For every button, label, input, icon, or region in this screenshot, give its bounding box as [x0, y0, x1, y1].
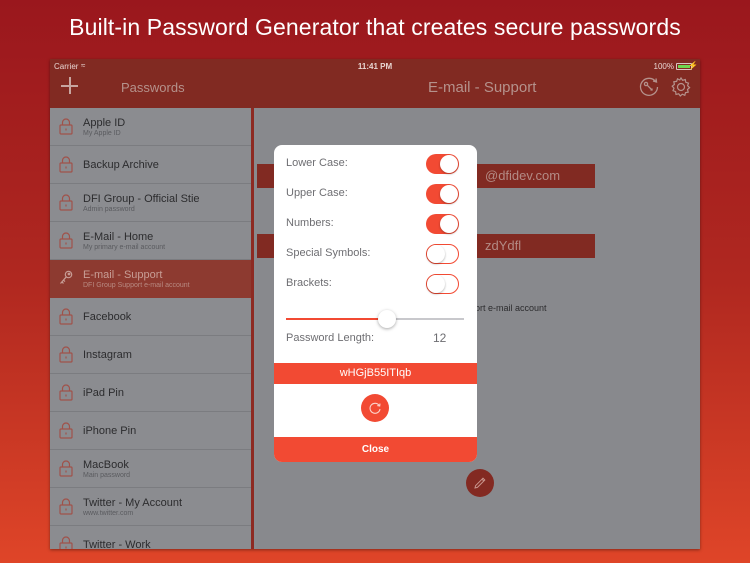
slider-thumb[interactable] — [378, 310, 397, 328]
list-item-subtitle: My Apple ID — [83, 130, 121, 137]
list-item-subtitle: Main password — [83, 472, 131, 479]
option-toggle[interactable] — [426, 214, 459, 234]
toggle-knob — [440, 215, 458, 233]
list-item-subtitle: www.twitter.com — [83, 510, 134, 517]
edit-button[interactable] — [466, 469, 494, 497]
lock-icon — [59, 156, 73, 173]
list-item-title: E-mail - Support — [83, 269, 163, 281]
lock-icon — [59, 498, 73, 515]
sidebar-title: Passwords — [121, 80, 185, 95]
slider-fill — [286, 318, 388, 320]
option-label: Upper Case: — [286, 187, 348, 199]
list-item-subtitle: My primary e-mail account — [83, 244, 166, 251]
refresh-icon — [369, 402, 381, 414]
lock-icon — [59, 194, 73, 211]
list-item-subtitle: DFI Group Support e-mail account — [83, 282, 190, 289]
password-generator-icon[interactable] — [638, 76, 660, 98]
generated-password[interactable]: wHGjB55ITIqb — [274, 363, 477, 384]
list-item[interactable]: iPhone Pin — [50, 412, 251, 450]
option-toggle[interactable] — [426, 244, 459, 264]
navigation-bar: Carrier ≈ 11:41 PM 100% ⚡ Passwords E-ma… — [50, 59, 700, 108]
headline: Built-in Password Generator that creates… — [69, 14, 681, 40]
list-item[interactable]: Backup Archive — [50, 146, 251, 184]
list-item-subtitle: Admin password — [83, 206, 135, 213]
list-item-title: Apple ID — [83, 117, 126, 129]
list-item[interactable]: Facebook — [50, 298, 251, 336]
close-button[interactable]: Close — [274, 437, 477, 462]
list-item-title: Twitter - Work — [83, 539, 151, 549]
charging-icon: ⚡ — [688, 61, 698, 70]
list-item-title: Facebook — [83, 311, 132, 323]
list-item[interactable]: E-mail - Support DFI Group Support e-mail… — [50, 260, 251, 298]
password-value: zdYdfl — [485, 238, 522, 253]
list-item[interactable]: DFI Group - Official Stie Admin password — [50, 184, 251, 222]
password-list: Apple ID My Apple ID Backup Archive DFI Gro… — [50, 108, 254, 549]
toggle-knob — [440, 155, 458, 173]
list-item[interactable]: MacBook Main password — [50, 450, 251, 488]
lock-icon — [59, 384, 73, 401]
list-item-title: iPad Pin — [83, 387, 124, 399]
page-title: E-mail - Support — [428, 79, 537, 96]
toggle-knob — [427, 245, 445, 263]
password-length-value: 12 — [433, 331, 447, 345]
battery-percent: 100% — [653, 62, 674, 71]
list-item-title: iPhone Pin — [83, 425, 137, 437]
gear-icon[interactable] — [670, 76, 692, 98]
list-item[interactable]: E-Mail - Home My primary e-mail account — [50, 222, 251, 260]
option-label: Special Symbols: — [286, 247, 371, 259]
lock-icon — [59, 232, 73, 249]
add-icon[interactable] — [60, 76, 80, 96]
list-item-title: DFI Group - Official Stie — [83, 193, 200, 205]
clock: 11:41 PM — [357, 62, 393, 71]
lock-icon — [59, 346, 73, 363]
regenerate-button[interactable] — [361, 394, 389, 422]
key-icon — [59, 270, 73, 287]
list-item-title: E-Mail - Home — [83, 231, 154, 243]
lock-icon — [59, 460, 73, 477]
lock-icon — [59, 422, 73, 439]
list-item[interactable]: Apple ID My Apple ID — [50, 108, 251, 146]
list-item-title: Instagram — [83, 349, 132, 361]
option-label: Brackets: — [286, 277, 332, 289]
email-value: @dfidev.com — [485, 168, 561, 183]
lock-icon — [59, 118, 73, 135]
list-item[interactable]: Twitter - My Account www.twitter.com — [50, 488, 251, 526]
list-item[interactable]: Twitter - Work — [50, 526, 251, 549]
password-generator-dialog: Password Length: 12 wHGjB55ITIqb Close L… — [274, 145, 477, 462]
length-slider[interactable] — [286, 309, 464, 329]
note-text: ort e-mail account — [475, 303, 547, 313]
pencil-icon — [474, 477, 486, 489]
toggle-knob — [440, 185, 458, 203]
list-item-title: Backup Archive — [83, 159, 159, 171]
option-toggle[interactable] — [426, 184, 459, 204]
option-label: Numbers: — [286, 217, 334, 229]
list-item[interactable]: iPad Pin — [50, 374, 251, 412]
list-item-title: MacBook — [83, 459, 129, 471]
list-item[interactable]: Instagram — [50, 336, 251, 374]
lock-icon — [59, 536, 73, 549]
status-bar: Carrier ≈ 11:41 PM 100% ⚡ — [50, 59, 700, 73]
list-item-title: Twitter - My Account — [83, 497, 183, 509]
lock-icon — [59, 308, 73, 325]
password-length-label: Password Length: — [286, 332, 375, 344]
toggle-knob — [427, 275, 445, 293]
option-toggle[interactable] — [426, 154, 459, 174]
option-toggle[interactable] — [426, 274, 459, 294]
option-label: Lower Case: — [286, 157, 348, 169]
